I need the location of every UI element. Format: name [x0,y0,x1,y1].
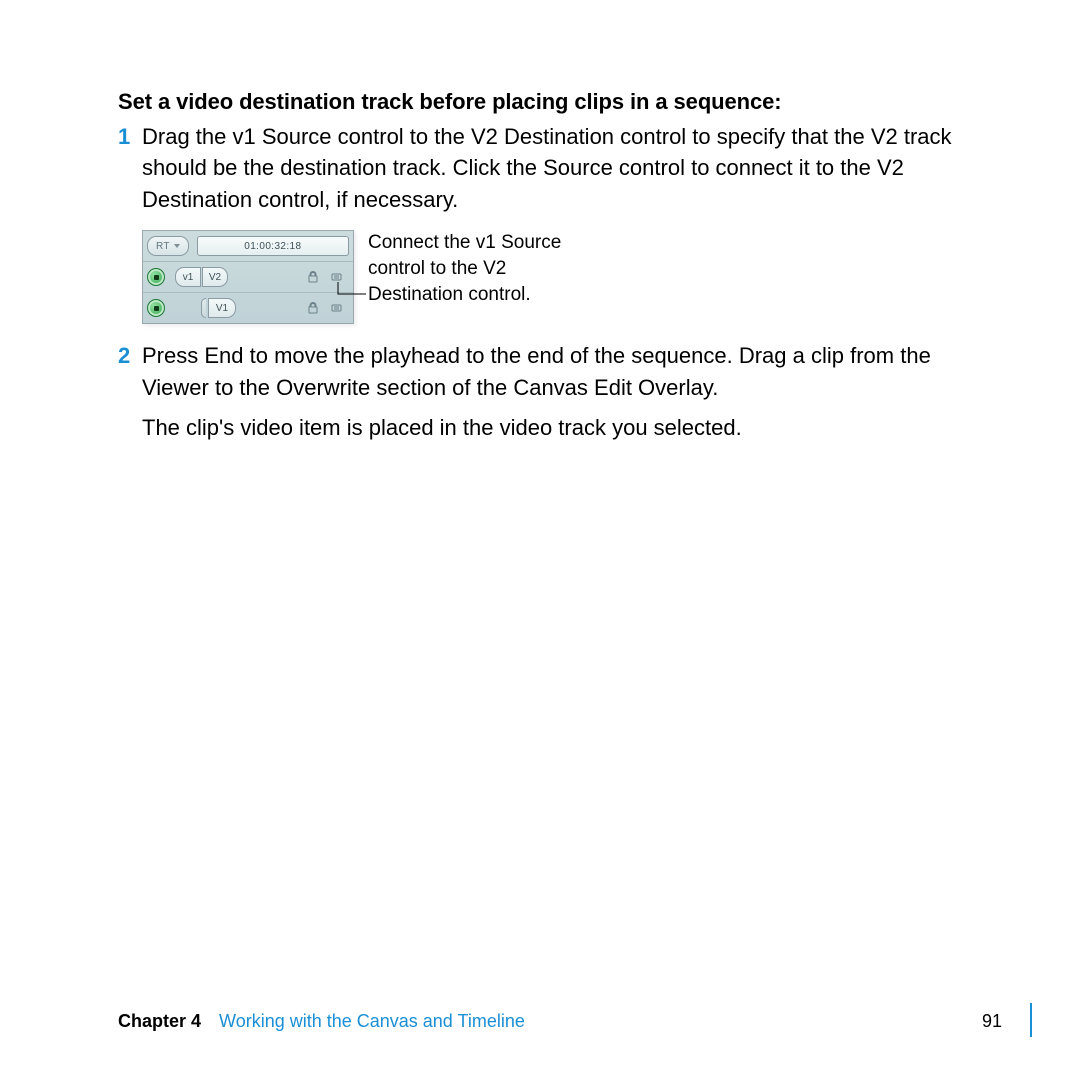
rt-label: RT [156,241,170,252]
page-number: 91 [982,1011,1002,1032]
film-icon [154,275,159,280]
timeline-track-panel: RT 01:00:32:18 v1 V2 [142,230,354,324]
leader-line [332,282,368,316]
result-paragraph: The clip's video item is placed in the v… [142,412,962,444]
chapter-label: Chapter 4 [118,1011,201,1032]
page-footer: Chapter 4 Working with the Canvas and Ti… [118,1011,1080,1032]
track-row-v1: V1 [143,293,353,323]
lock-icon[interactable] [307,302,319,314]
rt-button[interactable]: RT [147,236,189,256]
step-text: Drag the v1 Source control to the V2 Des… [142,121,962,217]
steps-list: 1 Drag the v1 Source control to the V2 D… [118,121,962,444]
source-control-v1[interactable]: v1 [175,267,201,287]
figure-caption: Connect the v1 Source control to the V2 … [368,230,561,307]
visibility-toggle-v1[interactable] [147,299,165,317]
section-heading: Set a video destination track before pla… [118,88,962,117]
destination-control-v2[interactable]: V2 [202,267,228,287]
visibility-toggle-v2[interactable] [147,268,165,286]
chapter-title: Working with the Canvas and Timeline [219,1011,525,1032]
step-number: 1 [118,121,142,153]
dropdown-icon [174,244,180,248]
step-number: 2 [118,340,142,372]
timecode-field[interactable]: 01:00:32:18 [197,236,349,256]
track-row-v2: v1 V2 [143,262,353,293]
step-text: Press End to move the playhead to the en… [142,340,962,404]
figure: RT 01:00:32:18 v1 V2 [142,230,962,324]
caption-line: Destination control. [368,282,561,308]
step-1: 1 Drag the v1 Source control to the V2 D… [142,121,962,217]
panel-header-row: RT 01:00:32:18 [143,231,353,262]
caption-line: Connect the v1 Source [368,230,561,256]
page-edge-bar [1030,1003,1033,1037]
caption-line: control to the V2 [368,256,561,282]
lock-icon[interactable] [307,271,319,283]
step-2: 2 Press End to move the playhead to the … [142,340,962,404]
destination-control-v1[interactable]: V1 [208,298,236,318]
destination-cap-v1[interactable] [201,298,206,318]
timecode-value: 01:00:32:18 [244,241,301,252]
page: Set a video destination track before pla… [0,0,1080,1080]
film-icon [154,306,159,311]
